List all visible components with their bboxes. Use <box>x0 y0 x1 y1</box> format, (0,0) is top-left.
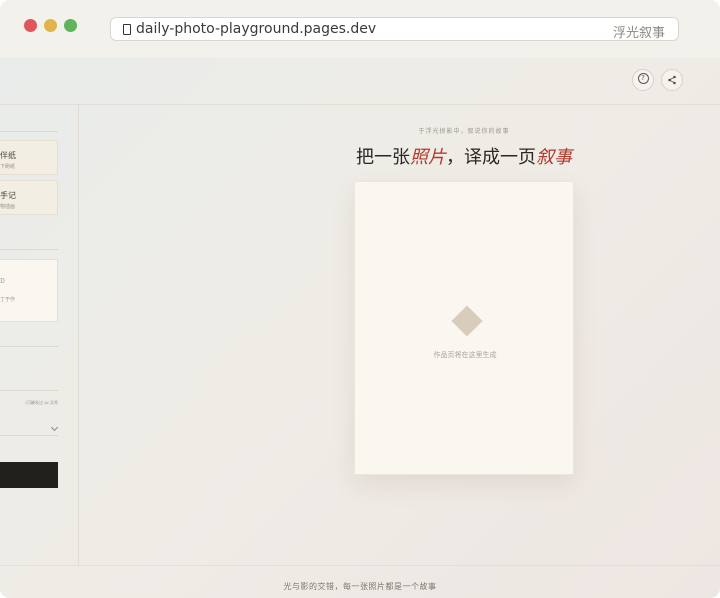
headline-accent: 照片 <box>410 147 446 168</box>
upload-area[interactable]: D 丁于作 <box>0 259 58 322</box>
generate-button[interactable] <box>0 462 58 488</box>
close-window-button[interactable] <box>24 19 37 32</box>
chevron-down-icon[interactable] <box>50 423 59 432</box>
divider <box>0 346 58 347</box>
upload-hint: 丁于作 <box>0 297 16 303</box>
style-card-subtitle: 下刷纸 <box>0 164 16 170</box>
style-card-paper[interactable]: 伴纸 下刷纸 <box>0 140 58 175</box>
url-text: daily-photo-playground.pages.dev <box>136 21 377 37</box>
divider <box>0 435 58 436</box>
headline-part: ，译成一页 <box>446 147 536 168</box>
browser-chrome: daily-photo-playground.pages.dev 浮光叙事 <box>0 0 720 59</box>
style-card-title: 手记 <box>0 191 16 200</box>
preview-page: 作品页将在这里生成 <box>354 181 574 475</box>
top-bar: ? <box>0 58 720 105</box>
tagline: 于浮光掠影中，叙说你的故事 <box>418 128 510 135</box>
help-icon: ? <box>637 73 649 84</box>
style-card-notes[interactable]: 手记 物插画 <box>0 180 58 215</box>
headline-accent: 叙事 <box>536 147 572 168</box>
upload-label: D <box>0 278 5 285</box>
lock-icon <box>123 24 131 35</box>
maximize-window-button[interactable] <box>64 19 77 32</box>
divider <box>0 390 58 391</box>
share-icon <box>668 75 676 85</box>
diamond-icon <box>451 305 483 337</box>
page-title: 浮光叙事 <box>612 26 665 41</box>
headline-part: 把一张 <box>356 147 410 168</box>
app-area: ? 伴纸 下刷纸 手记 物插画 D 丁于作 (可酬发过 AI 兵秀 于浮光掠影中… <box>0 58 720 598</box>
footer-text: 光与影的交错，每一张照片都是一个故事 <box>283 582 437 591</box>
divider <box>0 249 58 250</box>
sidebar: 伴纸 下刷纸 手记 物插画 D 丁于作 (可酬发过 AI 兵秀 <box>0 104 79 565</box>
footer: 光与影的交错，每一张照片都是一个故事 <box>0 565 720 598</box>
style-card-subtitle: 物插画 <box>0 204 16 210</box>
minimize-window-button[interactable] <box>44 19 57 32</box>
model-hint: (可酬发过 AI 兵秀 <box>25 400 58 405</box>
share-button[interactable] <box>661 69 683 91</box>
divider <box>0 131 58 132</box>
headline: 把一张照片，译成一页叙事 <box>324 143 604 169</box>
style-card-title: 伴纸 <box>0 151 16 160</box>
address-bar[interactable]: daily-photo-playground.pages.dev 浮光叙事 <box>110 17 679 41</box>
help-button[interactable]: ? <box>632 69 654 91</box>
browser-window: daily-photo-playground.pages.dev 浮光叙事 ? <box>0 0 720 598</box>
preview-placeholder: 作品页将在这里生成 <box>433 351 497 359</box>
